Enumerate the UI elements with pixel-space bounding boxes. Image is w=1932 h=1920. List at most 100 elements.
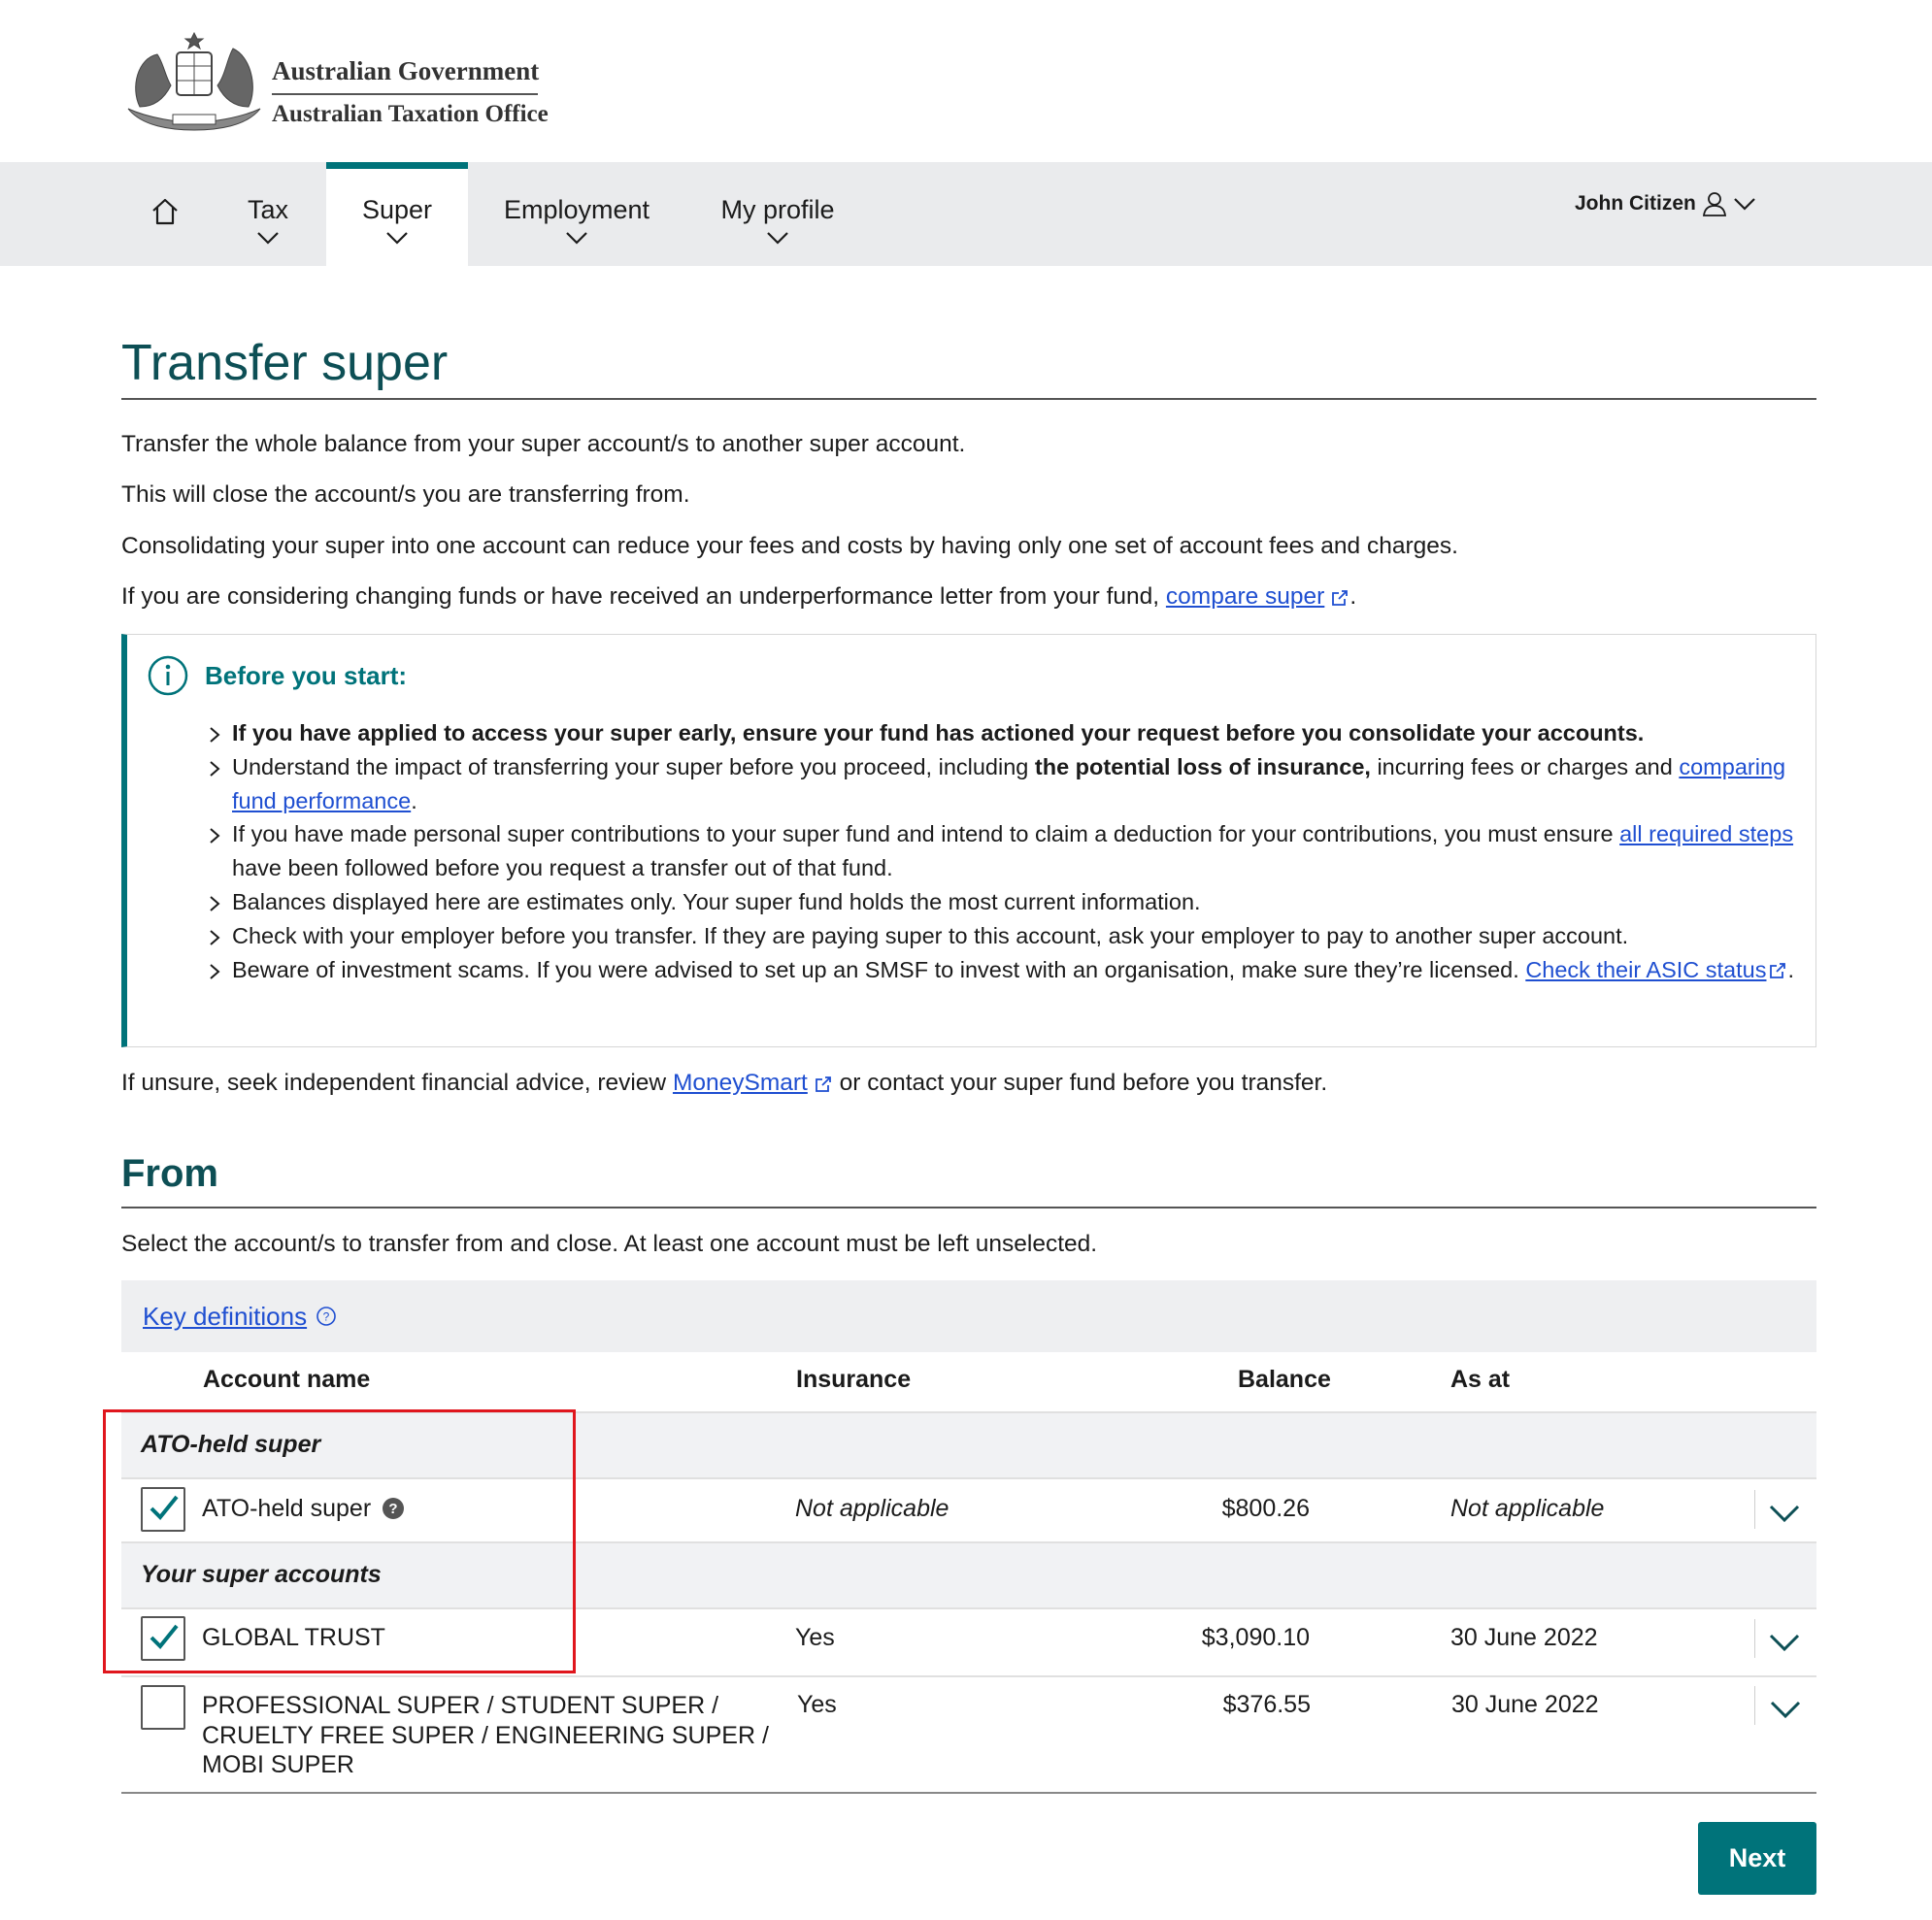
info-title: Before you start: <box>205 661 408 690</box>
info-bullet-6-end: . <box>1787 956 1795 982</box>
table-bottom-rule <box>121 1792 1816 1794</box>
as-at-value: 30 June 2022 <box>1451 1691 1599 1718</box>
account-name-line: MOBI SUPER <box>202 1751 354 1778</box>
next-button[interactable]: Next <box>1698 1822 1816 1895</box>
agency-name: Australian Taxation Office <box>272 101 549 127</box>
info-bullet-5: Check with your employer before you tran… <box>232 922 1629 948</box>
list-item: Beware of investment scams. If you were … <box>205 953 1797 987</box>
info-bullet-2-post: incurring fees or charges and <box>1370 753 1680 779</box>
column-divider <box>1754 1619 1755 1658</box>
user-name: John Citizen <box>1575 192 1696 215</box>
balance-value: $376.55 <box>1222 1691 1311 1718</box>
nav-super-label: Super <box>361 195 433 224</box>
chevron-down-icon <box>257 232 279 245</box>
info-bullet-1: If you have applied to access your super… <box>232 720 1645 745</box>
column-header-balance: Balance <box>1238 1366 1331 1393</box>
coat-of-arms-logo <box>127 31 261 131</box>
intro-text-4: If you are considering changing funds or… <box>121 583 1356 611</box>
expand-row-chevron-icon[interactable] <box>1768 1633 1801 1652</box>
advice-post: or contact your super fund before you tr… <box>832 1070 1328 1096</box>
nav-my-profile[interactable]: My profile <box>715 162 841 266</box>
chevron-down-icon <box>1734 198 1755 211</box>
chevron-right-icon <box>210 930 220 945</box>
insurance-value: Yes <box>795 1624 835 1651</box>
row-divider <box>121 1675 1816 1677</box>
chevron-down-icon <box>566 232 587 245</box>
account-name-line: PROFESSIONAL SUPER / STUDENT SUPER / <box>202 1692 719 1719</box>
info-bullet-6-pre: Beware of investment scams. If you were … <box>232 956 1526 982</box>
insurance-value: Not applicable <box>795 1495 949 1522</box>
nav-tax[interactable]: Tax <box>237 162 299 266</box>
expand-row-chevron-icon[interactable] <box>1768 1504 1801 1523</box>
nav-my-profile-label: My profile <box>720 195 835 224</box>
info-bullet-3-post: have been followed before you request a … <box>232 855 893 881</box>
expand-row-chevron-icon[interactable] <box>1769 1700 1802 1719</box>
advice-pre: If unsure, seek independent financial ad… <box>121 1070 673 1096</box>
chevron-right-icon <box>210 761 220 777</box>
compare-super-link[interactable]: compare super <box>1166 583 1324 610</box>
intro-text-2: This will close the account/s you are tr… <box>121 481 690 508</box>
svg-text:?: ? <box>323 1310 330 1324</box>
from-section-title: From <box>121 1152 218 1195</box>
header-divider <box>272 93 538 95</box>
list-item: Understand the impact of transferring yo… <box>205 750 1797 818</box>
info-bullet-2-end: . <box>411 787 417 813</box>
balance-value: $800.26 <box>1221 1495 1310 1522</box>
chevron-right-icon <box>210 896 220 911</box>
user-icon <box>1702 192 1726 216</box>
check-asic-status-link[interactable]: Check their ASIC status <box>1525 957 1766 982</box>
info-list: If you have applied to access your super… <box>205 716 1797 986</box>
account-name-line: CRUELTY FREE SUPER / ENGINEERING SUPER / <box>202 1721 769 1749</box>
from-instruction: Select the account/s to transfer from an… <box>121 1231 1098 1257</box>
nav-employment[interactable]: Employment <box>495 162 658 266</box>
before-you-start-box: Before you start: If you have applied to… <box>121 634 1816 1047</box>
info-bullet-2-pre: Understand the impact of transferring yo… <box>232 753 1035 779</box>
external-link-icon <box>1332 589 1349 606</box>
info-bullet-2-bold: the potential loss of insurance, <box>1034 753 1371 779</box>
column-header-insurance: Insurance <box>796 1366 912 1393</box>
balance-value: $3,090.10 <box>1201 1624 1310 1651</box>
info-bullet-4: Balances displayed here are estimates on… <box>232 888 1201 914</box>
site-header: Australian Government Australian Taxatio… <box>0 0 1932 162</box>
intro-text-4-pre: If you are considering changing funds or… <box>121 583 1166 610</box>
intro-text-3: Consolidating your super into one accoun… <box>121 533 1458 559</box>
insurance-value: Yes <box>797 1691 837 1718</box>
chevron-right-icon <box>210 828 220 844</box>
nav-employment-label: Employment <box>503 195 650 224</box>
column-divider <box>1754 1490 1755 1529</box>
column-header-as-at: As at <box>1450 1366 1511 1393</box>
external-link-icon <box>1770 963 1786 979</box>
as-at-value: Not applicable <box>1450 1495 1605 1522</box>
chevron-down-icon <box>767 232 788 245</box>
list-item: Check with your employer before you tran… <box>205 919 1797 953</box>
nav-tax-label: Tax <box>247 195 289 224</box>
column-divider <box>1754 1686 1755 1725</box>
info-bullet-3-pre: If you have made personal super contribu… <box>232 821 1620 847</box>
user-menu[interactable]: John Citizen <box>1575 191 1756 216</box>
chevron-down-icon <box>386 232 408 245</box>
intro-text-1: Transfer the whole balance from your sup… <box>121 431 966 457</box>
external-link-icon <box>815 1076 831 1092</box>
main-navigation: Tax Super Employment My profile John Cit… <box>0 162 1932 266</box>
as-at-value: 30 June 2022 <box>1450 1624 1598 1651</box>
list-item: If you have made personal super contribu… <box>205 817 1797 885</box>
moneysmart-link[interactable]: MoneySmart <box>673 1070 808 1096</box>
government-name: Australian Government <box>272 56 540 85</box>
key-definitions-link[interactable]: Key definitions <box>143 1302 307 1332</box>
nav-super[interactable]: Super <box>326 162 468 266</box>
title-divider <box>121 398 1816 400</box>
select-professional-super-checkbox[interactable] <box>141 1685 185 1730</box>
home-icon[interactable] <box>150 197 181 226</box>
all-required-steps-link[interactable]: all required steps <box>1619 821 1793 846</box>
page-title: Transfer super <box>121 335 449 391</box>
advice-text: If unsure, seek independent financial ad… <box>121 1070 1327 1097</box>
list-item: Balances displayed here are estimates on… <box>205 885 1797 919</box>
chevron-right-icon <box>210 727 220 743</box>
account-name: PROFESSIONAL SUPER / STUDENT SUPER / CRU… <box>202 1691 769 1780</box>
key-definitions-bar: Key definitions ? <box>121 1280 1816 1352</box>
info-icon <box>148 655 188 696</box>
help-circle-icon[interactable]: ? <box>316 1306 337 1327</box>
highlight-annotation-box <box>103 1409 576 1673</box>
column-header-account: Account name <box>203 1366 371 1393</box>
from-divider <box>121 1207 1816 1208</box>
